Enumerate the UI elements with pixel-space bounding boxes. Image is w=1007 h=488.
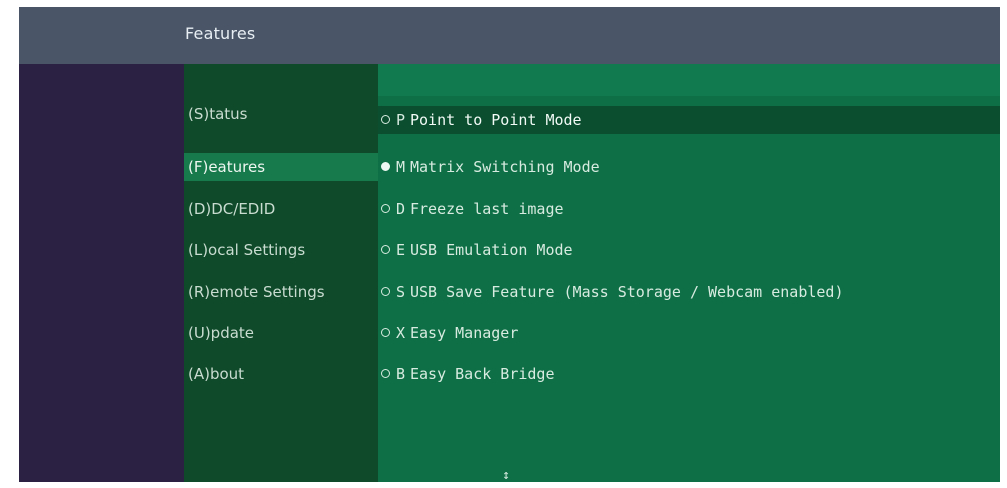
- title-bar: Features: [19, 7, 1000, 64]
- page-title: Features: [185, 24, 256, 43]
- option-hotkey: X: [396, 324, 406, 342]
- option-point-to-point-mode[interactable]: P Point to Point Mode: [378, 106, 1000, 134]
- sidebar-item-about[interactable]: (A)bout: [184, 360, 378, 388]
- sidebar-item-features[interactable]: (F)eatures: [184, 153, 378, 181]
- radio-icon: [381, 369, 390, 378]
- radio-icon: [381, 328, 390, 337]
- screen: Features (S)tatus (F)eatures (D)DC/EDID …: [19, 7, 1000, 482]
- option-label: Easy Back Bridge: [410, 365, 555, 383]
- option-easy-manager[interactable]: X Easy Manager: [378, 319, 1000, 347]
- option-easy-back-bridge[interactable]: B Easy Back Bridge: [378, 360, 1000, 388]
- option-matrix-switching-mode[interactable]: M Matrix Switching Mode: [378, 153, 1000, 181]
- sidebar-item-local-settings[interactable]: (L)ocal Settings: [184, 236, 378, 264]
- option-hotkey: S: [396, 283, 406, 301]
- panel-top-band: [378, 64, 1000, 96]
- option-label: Easy Manager: [410, 324, 519, 342]
- scroll-indicator-icon: ↕: [502, 468, 510, 483]
- radio-icon: [381, 287, 390, 296]
- option-label: Matrix Switching Mode: [410, 158, 600, 176]
- radio-icon: [381, 245, 390, 254]
- option-label: Point to Point Mode: [410, 111, 582, 129]
- left-frame-strip: [19, 64, 184, 482]
- option-hotkey: M: [396, 158, 406, 176]
- option-label: USB Emulation Mode: [410, 241, 573, 259]
- option-hotkey: P: [396, 111, 406, 129]
- sidebar-item-ddc-edid[interactable]: (D)DC/EDID: [184, 195, 378, 223]
- radio-icon: [381, 204, 390, 213]
- option-hotkey: B: [396, 365, 406, 383]
- radio-icon: [381, 115, 390, 124]
- option-usb-save-feature[interactable]: S USB Save Feature (Mass Storage / Webcam…: [378, 278, 1000, 306]
- option-hotkey: D: [396, 200, 406, 218]
- option-freeze-last-image[interactable]: D Freeze last image: [378, 195, 1000, 223]
- option-label: USB Save Feature (Mass Storage / Webcam …: [410, 283, 844, 301]
- option-usb-emulation-mode[interactable]: E USB Emulation Mode: [378, 236, 1000, 264]
- option-label: Freeze last image: [410, 200, 564, 218]
- sidebar-item-status[interactable]: (S)tatus: [184, 100, 378, 128]
- features-panel: P Point to Point Mode M Matrix Switching M…: [378, 64, 1000, 482]
- radio-selected-icon: [381, 162, 390, 171]
- option-hotkey: E: [396, 241, 406, 259]
- sidebar-item-update[interactable]: (U)pdate: [184, 319, 378, 347]
- sidebar-item-remote-settings[interactable]: (R)emote Settings: [184, 278, 378, 306]
- sidebar: (S)tatus (F)eatures (D)DC/EDID (L)ocal S…: [184, 64, 378, 482]
